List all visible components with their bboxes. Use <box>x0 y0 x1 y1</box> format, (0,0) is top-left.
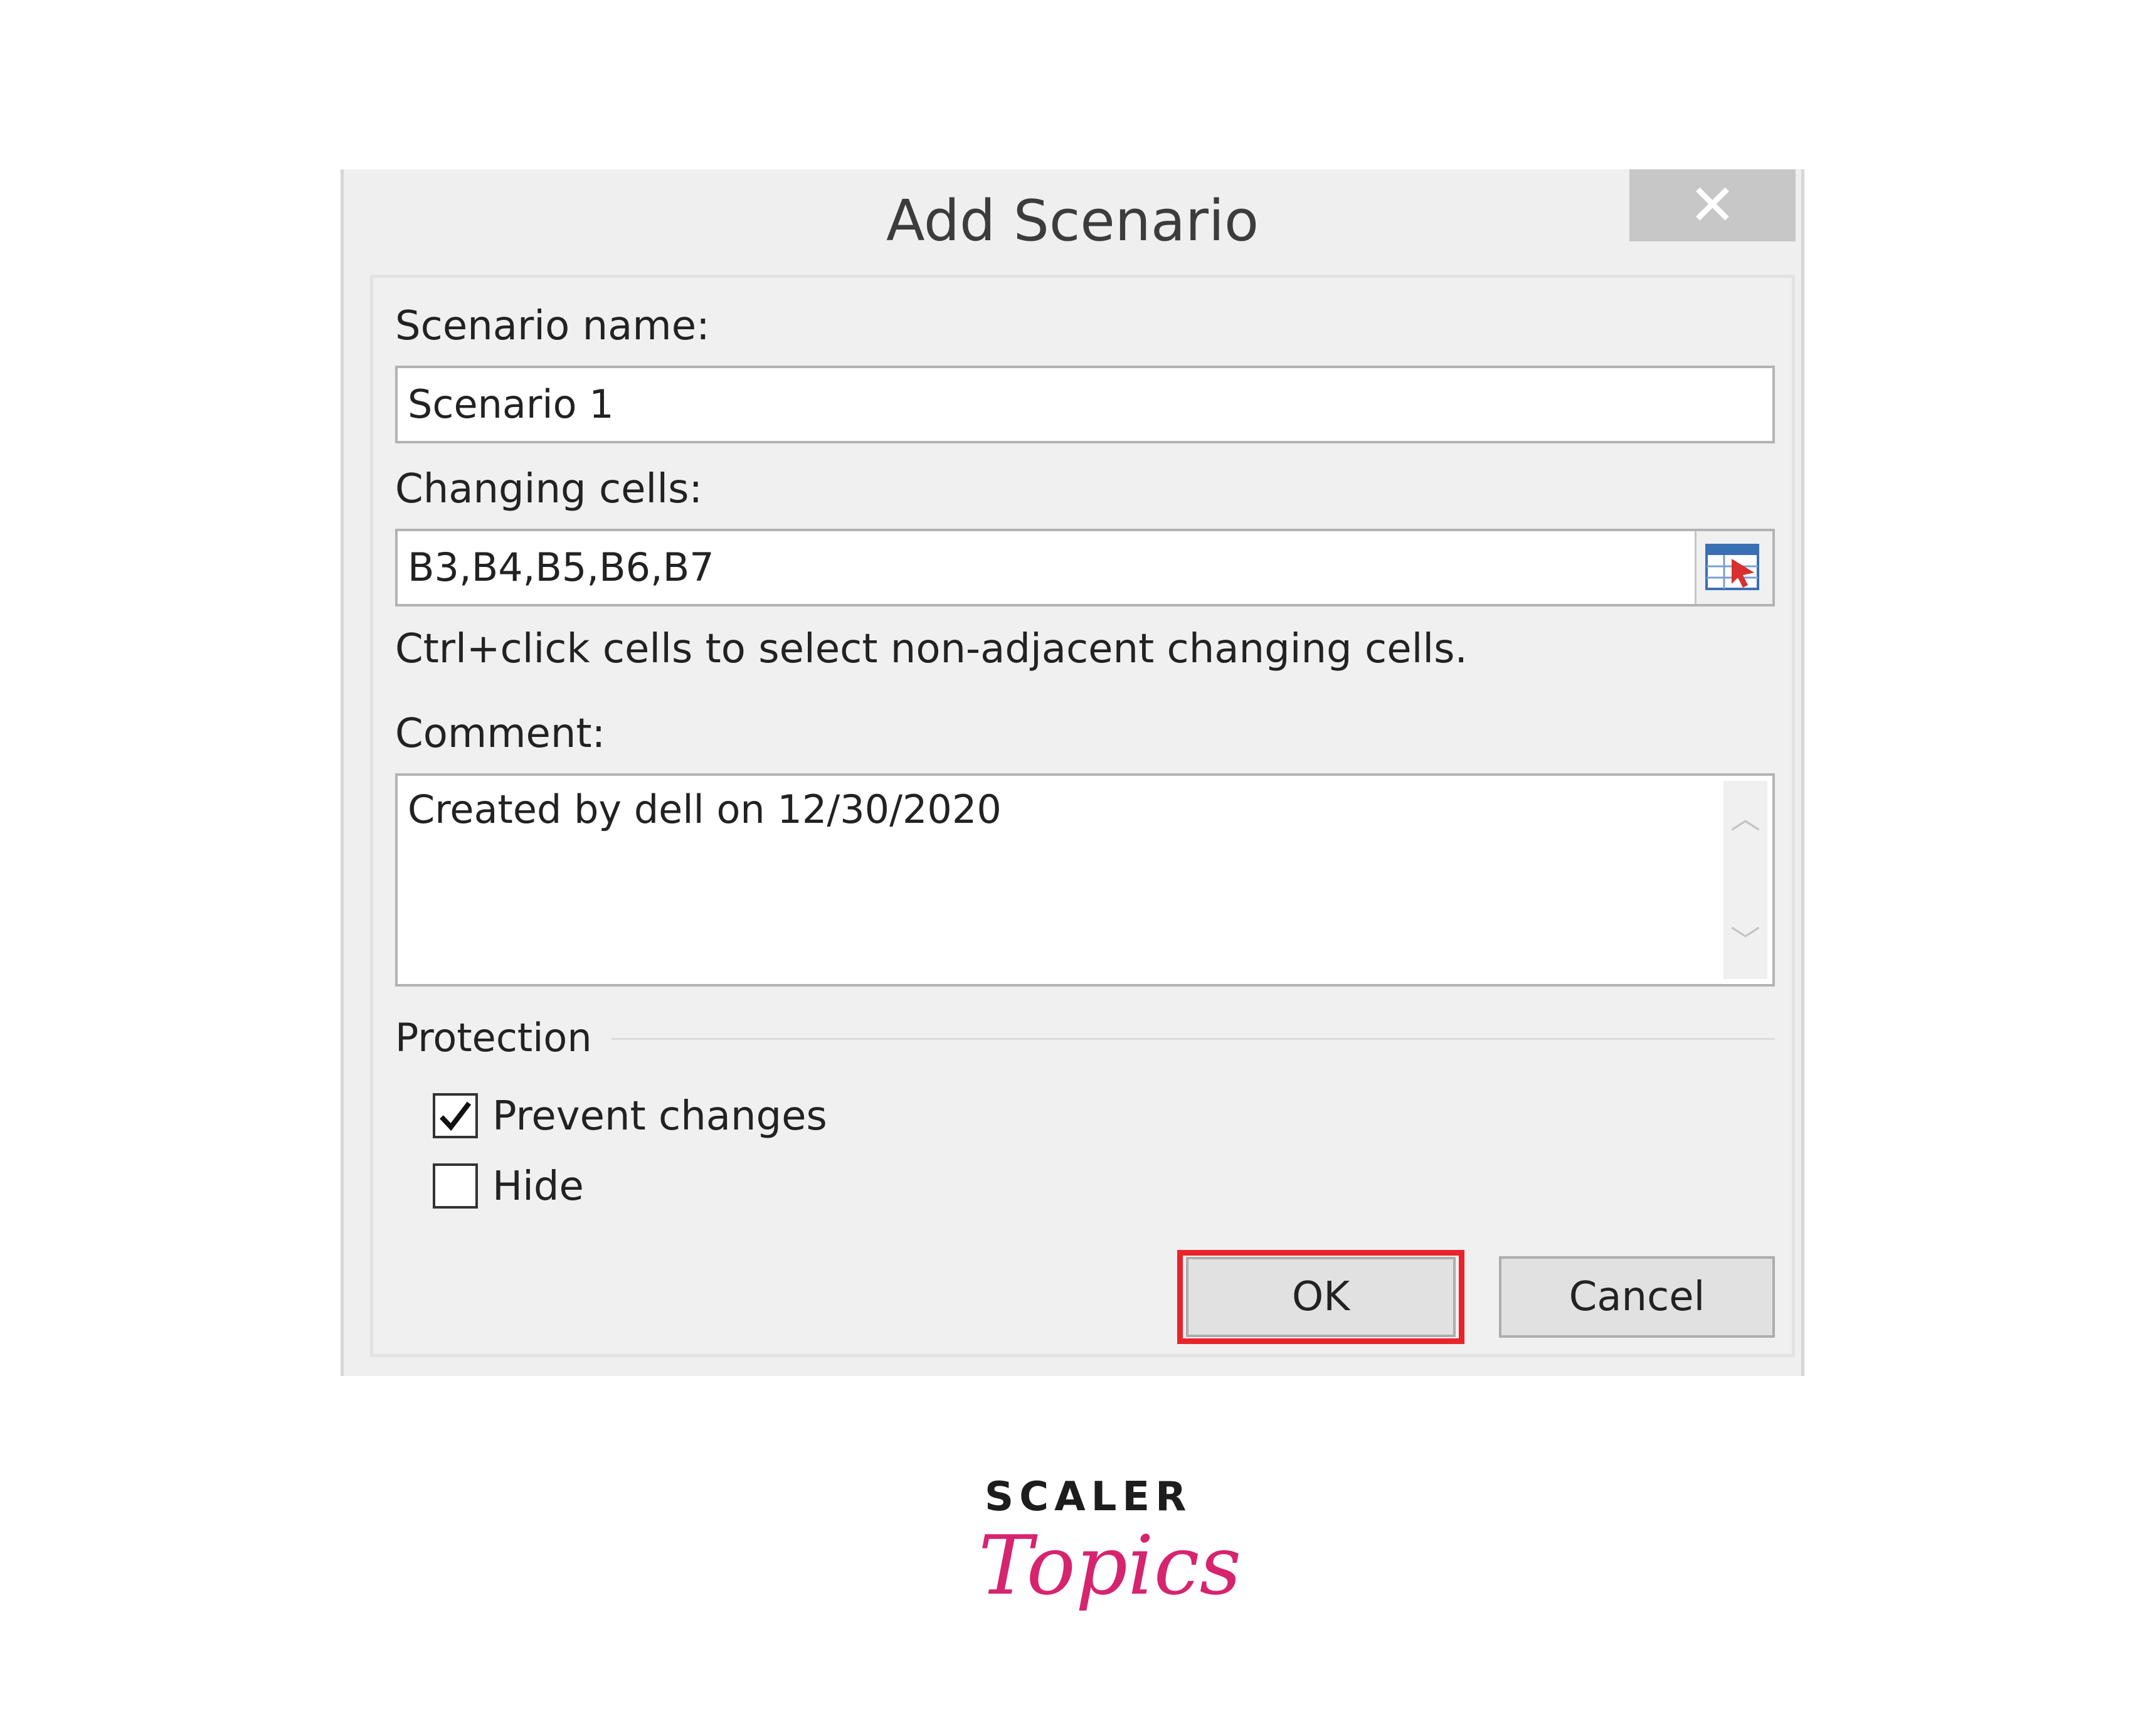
hide-label[interactable]: Hide <box>492 1163 584 1210</box>
comment-value: Created by dell on 12/30/2020 <box>408 786 1002 832</box>
add-scenario-dialog: Add Scenario ? ✕ Scenario name: Scenario… <box>341 169 1804 1376</box>
scroll-down-icon[interactable]: ﹀ <box>1723 916 1767 966</box>
prevent-changes-checkbox[interactable] <box>433 1093 478 1138</box>
changing-cells-value: B3,B4,B5,B6,B7 <box>408 544 714 590</box>
ok-button[interactable]: OK <box>1186 1257 1456 1337</box>
scenario-name-input[interactable]: Scenario 1 <box>395 366 1775 443</box>
scenario-name-value: Scenario 1 <box>408 381 614 427</box>
changing-cells-input[interactable]: B3,B4,B5,B6,B7 <box>395 529 1775 606</box>
hide-checkbox[interactable] <box>433 1163 478 1209</box>
range-select-icon <box>1705 544 1759 590</box>
collapse-dialog-button[interactable] <box>1695 531 1772 604</box>
prevent-changes-label[interactable]: Prevent changes <box>492 1093 827 1140</box>
comment-textarea[interactable]: Created by dell on 12/30/2020 ︿ ﹀ <box>395 773 1775 987</box>
scroll-up-icon[interactable]: ︿ <box>1723 793 1767 844</box>
dialog-title: Add Scenario <box>886 188 1259 254</box>
comment-scrollbar[interactable]: ︿ ﹀ <box>1723 781 1767 979</box>
checkmark-icon <box>440 1101 472 1131</box>
protection-group-label: Protection <box>395 1015 592 1061</box>
protection-divider <box>611 1038 1775 1040</box>
changing-cells-label: Changing cells: <box>395 466 702 512</box>
close-button[interactable]: ✕ <box>1629 169 1796 241</box>
changing-cells-hint: Ctrl+click cells to select non-adjacent … <box>395 626 1468 672</box>
brand-scaler-text: SCALER <box>985 1474 1192 1520</box>
brand-topics-text: Topics <box>978 1518 1242 1613</box>
close-icon: ✕ <box>1688 172 1737 238</box>
comment-label: Comment: <box>395 711 606 757</box>
cancel-button[interactable]: Cancel <box>1499 1256 1775 1338</box>
dialog-panel: Scenario name: Scenario 1 Changing cells… <box>370 275 1795 1357</box>
scenario-name-label: Scenario name: <box>395 303 710 349</box>
ok-highlight: OK <box>1177 1250 1464 1344</box>
